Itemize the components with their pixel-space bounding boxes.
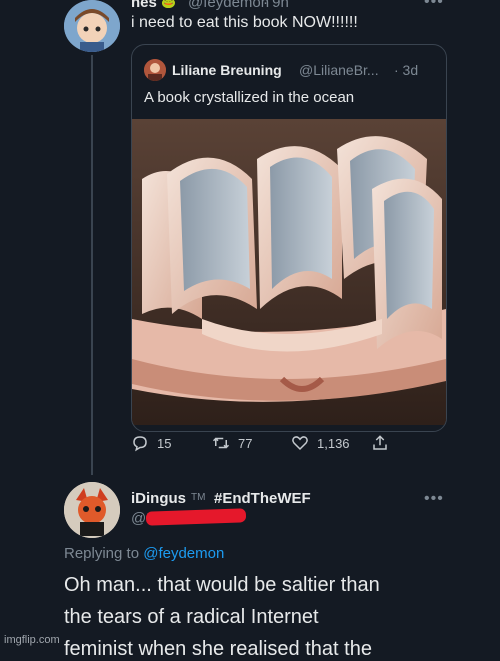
reply-text-line-2: the tears of a radical Internet [64,606,319,628]
avatar-liliane-icon [144,59,166,81]
reply-more-options-icon[interactable]: ••• [424,490,444,508]
tweet-author-name[interactable]: nes [131,0,157,11]
reply-hashtag[interactable]: #EndTheWEF [214,490,311,507]
imgflip-watermark: imgflip.com [4,634,60,646]
reply-icon [133,436,147,452]
more-options-icon[interactable]: ••• [424,0,444,11]
quote-text: A book crystallized in the ocean [144,89,355,106]
retweet-icon [212,437,230,449]
reply-count: 15 [157,435,172,451]
thread-line [91,55,93,475]
avatar-nes[interactable] [64,0,120,52]
like-count: 1,136 [317,435,350,451]
tweet-text: i need to eat this book NOW!!!!!! [131,14,358,31]
crystallized-book-image[interactable] [132,119,446,425]
reply-text-line-1: Oh man... that would be saltier than [64,574,380,596]
heart-icon [292,436,308,451]
reply-action[interactable]: 15 [131,434,171,452]
like-action[interactable]: 1,136 [291,434,350,452]
replying-to-prefix: Replying to [64,545,140,562]
avatar-idingus[interactable] [64,482,120,538]
replying-to-handle[interactable]: @feydemon [143,545,224,562]
book-photo [132,119,446,425]
tweet-author-handle[interactable]: @feydemon [188,0,269,11]
quote-time: · 3d [394,62,419,78]
replying-to-line: Replying to @feydemon [64,545,224,562]
share-action[interactable] [371,434,389,452]
redaction-mark [145,508,247,526]
tweet-time[interactable]: · 9h [263,0,289,11]
avatar-nes-icon [64,0,120,52]
avatar-liliane [144,59,166,81]
quote-author-handle: @LilianeBr... [299,62,379,78]
share-icon [373,435,387,450]
retweet-count: 77 [238,435,253,451]
reply-author-name[interactable]: iDingus [131,490,186,507]
emoji-icon: 🐸 [161,0,176,9]
retweet-action[interactable]: 77 [212,434,252,452]
avatar-idingus-icon [64,482,120,538]
trademark-label: TM [191,492,206,503]
quote-author-name: Liliane Breuning [172,62,282,78]
quoted-tweet[interactable]: Liliane Breuning @LilianeBr... · 3d A bo… [131,44,447,432]
